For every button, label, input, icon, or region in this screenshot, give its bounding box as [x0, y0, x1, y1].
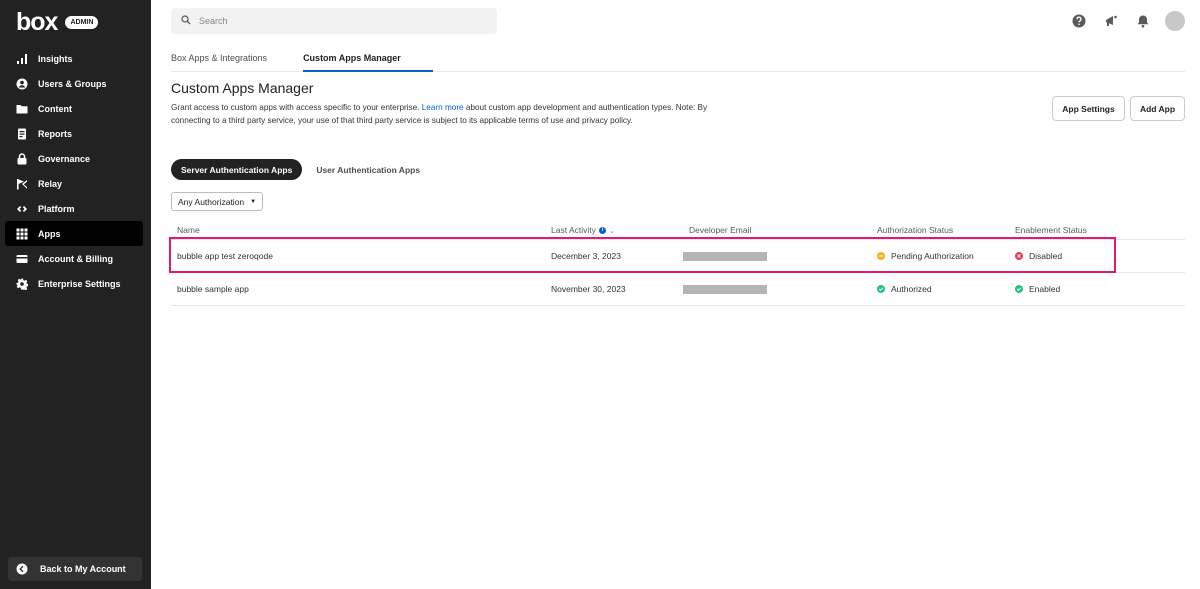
avatar[interactable]	[1165, 11, 1185, 31]
learn-more-link[interactable]: Learn more	[422, 103, 464, 112]
redacted-email	[683, 251, 767, 261]
tab-custom-apps-manager[interactable]: Custom Apps Manager	[303, 48, 433, 72]
app-name[interactable]: bubble sample app	[177, 284, 249, 294]
sidebar-nav: Insights Users & Groups Content Reports …	[0, 46, 151, 296]
sidebar-item-label: Apps	[38, 228, 61, 239]
chevron-down-icon: ▼	[250, 198, 257, 205]
bar-chart-icon	[16, 53, 28, 65]
check-icon	[1015, 285, 1023, 293]
gear-icon	[16, 278, 28, 290]
sidebar-item-label: Platform	[38, 203, 75, 214]
search-icon	[181, 12, 191, 30]
sidebar-item-label: Governance	[38, 153, 91, 164]
tab-bar: Box Apps & Integrations Custom Apps Mana…	[171, 48, 1185, 72]
table-row[interactable]: bubble sample app November 30, 2023 Auth…	[171, 273, 1185, 306]
last-activity: November 30, 2023	[551, 284, 626, 294]
column-header-name[interactable]: Name	[177, 225, 200, 235]
filter-label: Any Authorization	[178, 196, 245, 207]
tab-box-apps-integrations[interactable]: Box Apps & Integrations	[171, 48, 267, 72]
app-name[interactable]: bubble app test zeroqode	[177, 251, 273, 261]
page-title: Custom Apps Manager	[171, 80, 314, 96]
sidebar-item-enterprise-settings[interactable]: Enterprise Settings	[0, 271, 151, 296]
sidebar-item-account-billing[interactable]: Account & Billing	[0, 246, 151, 271]
sidebar-item-content[interactable]: Content	[0, 96, 151, 121]
enablement-status: Enabled	[1015, 284, 1060, 294]
help-icon[interactable]	[1069, 11, 1089, 31]
sidebar-item-users-groups[interactable]: Users & Groups	[0, 71, 151, 96]
bell-icon[interactable]	[1133, 11, 1153, 31]
top-icons	[1057, 11, 1185, 31]
user-icon	[16, 78, 28, 90]
report-icon	[16, 128, 28, 140]
folder-icon	[16, 103, 28, 115]
sidebar-item-reports[interactable]: Reports	[0, 121, 151, 146]
enablement-status: Disabled	[1015, 251, 1062, 261]
search-input[interactable]	[199, 16, 479, 26]
page-description: Grant access to custom apps with access …	[171, 101, 711, 127]
column-header-last-activity[interactable]: Last Activity i ⌄	[551, 225, 615, 235]
desc-text-before: Grant access to custom apps with access …	[171, 103, 422, 112]
sort-chevron-icon[interactable]: ⌄	[609, 228, 615, 235]
sidebar-item-label: Users & Groups	[38, 78, 107, 89]
sidebar-item-label: Enterprise Settings	[38, 278, 121, 289]
lock-icon	[16, 152, 28, 165]
back-button-label: Back to My Account	[40, 564, 126, 574]
authorization-filter-dropdown[interactable]: Any Authorization ▼	[171, 192, 263, 211]
relay-icon	[16, 178, 28, 190]
status-text: Disabled	[1029, 251, 1063, 261]
apps-table: Name Last Activity i ⌄ Developer Email Aut…	[171, 220, 1185, 306]
column-header-authorization-status[interactable]: Authorization Status	[877, 225, 953, 235]
sidebar-item-label: Relay	[38, 178, 63, 189]
sidebar-item-governance[interactable]: Governance	[0, 146, 151, 171]
back-arrow-icon	[16, 563, 28, 575]
back-to-my-account-button[interactable]: Back to My Account	[8, 557, 142, 581]
status-text: Pending Authorization	[891, 251, 974, 261]
error-x-icon	[1015, 252, 1023, 260]
status-text: Enabled	[1029, 284, 1061, 294]
status-text: Authorized	[891, 284, 932, 294]
authorization-status: Pending Authorization	[877, 251, 974, 261]
tab-label: Custom Apps Manager	[303, 53, 401, 63]
platform-icon	[16, 203, 28, 215]
table-row[interactable]: bubble app test zeroqode December 3, 202…	[171, 240, 1185, 273]
authorization-status: Authorized	[877, 284, 932, 294]
table-header: Name Last Activity i ⌄ Developer Email Aut…	[171, 220, 1185, 240]
search-bar[interactable]	[171, 8, 497, 34]
info-icon[interactable]: i	[598, 226, 606, 234]
admin-badge: ADMIN	[65, 15, 99, 29]
announcement-icon[interactable]	[1101, 11, 1121, 31]
user-auth-apps-toggle[interactable]: User Authentication Apps	[306, 159, 430, 180]
app-settings-button[interactable]: App Settings	[1052, 96, 1125, 121]
sidebar: box ADMIN Insights Users & Groups Conten…	[0, 0, 151, 589]
check-icon	[877, 285, 885, 293]
grid-icon	[16, 228, 28, 240]
add-app-button[interactable]: Add App	[1130, 96, 1185, 121]
auth-type-toggle: Server Authentication Apps User Authenti…	[171, 159, 430, 180]
box-logo[interactable]: box	[16, 10, 58, 35]
sidebar-item-label: Account & Billing	[38, 253, 113, 264]
sidebar-item-label: Insights	[38, 53, 73, 64]
redacted-email	[683, 284, 767, 294]
sidebar-item-platform[interactable]: Platform	[0, 196, 151, 221]
logo-row: box ADMIN	[16, 10, 99, 35]
server-auth-apps-toggle[interactable]: Server Authentication Apps	[171, 159, 303, 180]
sidebar-item-apps[interactable]: Apps	[5, 221, 143, 246]
column-header-enablement-status[interactable]: Enablement Status	[1015, 225, 1087, 235]
sidebar-item-insights[interactable]: Insights	[0, 46, 151, 71]
credit-card-icon	[16, 253, 28, 265]
last-activity: December 3, 2023	[551, 251, 621, 261]
column-header-label: Last Activity	[551, 224, 596, 235]
sidebar-item-label: Reports	[38, 128, 73, 139]
column-header-developer-email[interactable]: Developer Email	[689, 225, 751, 235]
sidebar-item-label: Content	[38, 103, 72, 114]
pending-icon	[877, 252, 885, 260]
sidebar-item-relay[interactable]: Relay	[0, 171, 151, 196]
